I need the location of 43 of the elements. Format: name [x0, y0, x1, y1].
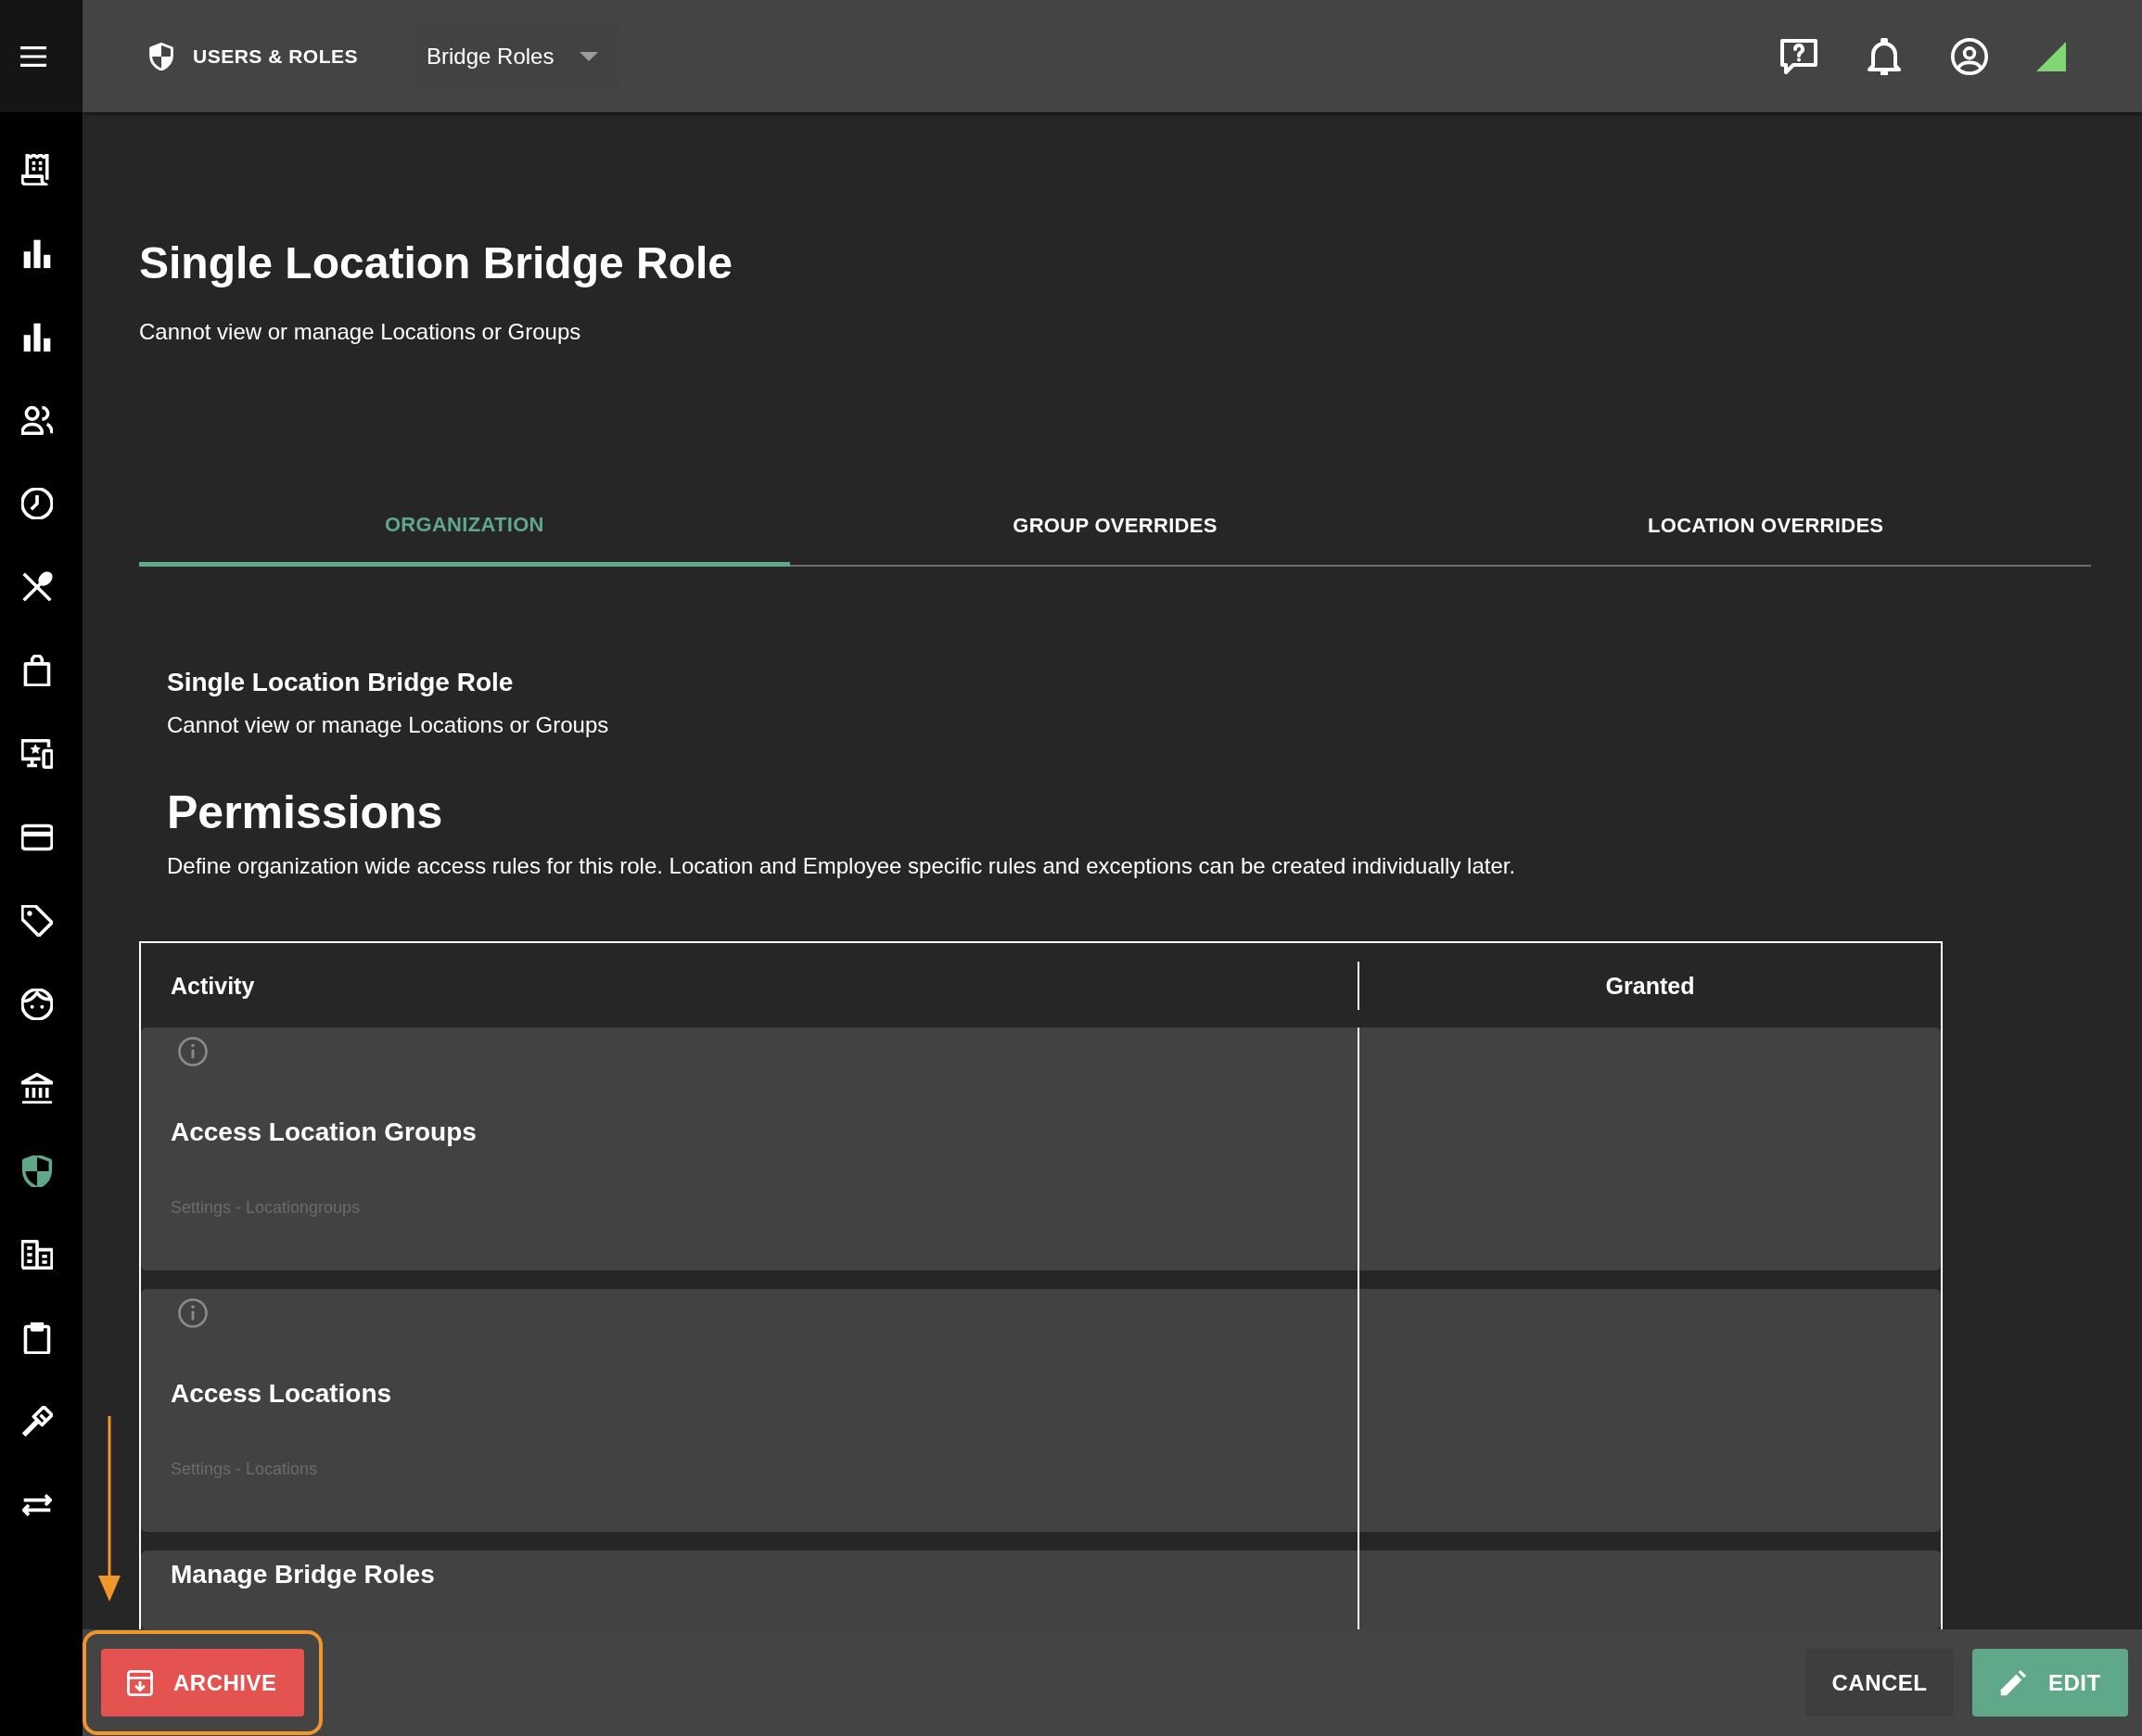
- pencil-icon: [2000, 1669, 2026, 1696]
- credit-card-icon[interactable]: [21, 822, 53, 853]
- activity-name: Access Location Groups: [171, 1117, 477, 1148]
- page-title: Single Location Bridge Role: [139, 237, 733, 289]
- people-icon[interactable]: [21, 404, 53, 436]
- activity-name: Manage Bridge Roles: [171, 1559, 435, 1590]
- menu-icon[interactable]: [20, 45, 46, 67]
- bell-icon[interactable]: [1866, 37, 1903, 75]
- cancel-button[interactable]: CANCEL: [1805, 1649, 1954, 1717]
- shield-icon[interactable]: [21, 1155, 53, 1187]
- shield-icon: [149, 42, 173, 70]
- signal-icon[interactable]: [2036, 41, 2066, 71]
- archive-icon: [127, 1669, 153, 1696]
- bank-icon[interactable]: [21, 1072, 53, 1104]
- info-icon[interactable]: [178, 1037, 208, 1066]
- devices-icon[interactable]: [21, 738, 53, 770]
- archive-button[interactable]: ARCHIVE: [101, 1649, 304, 1717]
- help-icon[interactable]: [1780, 37, 1817, 75]
- role-description: Cannot view or manage Locations or Groups: [167, 711, 609, 739]
- face-icon[interactable]: [21, 989, 53, 1020]
- tab[interactable]: GROUP OVERRIDES: [789, 487, 1441, 567]
- building-icon[interactable]: [21, 1239, 53, 1270]
- permissions-description: Define organization wide access rules for this role. Location and Employee specific rules and exceptions can be created individually later.: [167, 852, 1516, 880]
- tool-icon[interactable]: [21, 1406, 53, 1437]
- tab[interactable]: LOCATION OVERRIDES: [1440, 487, 2091, 567]
- caret-icon: [580, 51, 599, 61]
- section-title: USERS & ROLES: [193, 45, 359, 68]
- bar-chart-icon[interactable]: [21, 321, 53, 352]
- clock-icon[interactable]: [21, 488, 53, 519]
- activity-name: Access Locations: [171, 1378, 392, 1410]
- account-icon[interactable]: [1951, 37, 1988, 75]
- info-icon[interactable]: [178, 1298, 208, 1328]
- tag-icon[interactable]: [21, 905, 53, 937]
- bar-chart-icon[interactable]: [21, 237, 53, 269]
- role-name: Single Location Bridge Role: [167, 667, 514, 698]
- column-header: Activity: [171, 972, 255, 999]
- utensils-icon[interactable]: [21, 571, 53, 603]
- page-subtitle: Cannot view or manage Locations or Groups: [139, 318, 581, 346]
- column-header: Granted: [1605, 972, 1695, 999]
- permissions-heading: Permissions: [167, 785, 443, 840]
- clipboard-icon[interactable]: [21, 1322, 53, 1354]
- tab[interactable]: ORGANIZATION: [139, 487, 790, 567]
- shopping-bag-icon[interactable]: [21, 655, 53, 686]
